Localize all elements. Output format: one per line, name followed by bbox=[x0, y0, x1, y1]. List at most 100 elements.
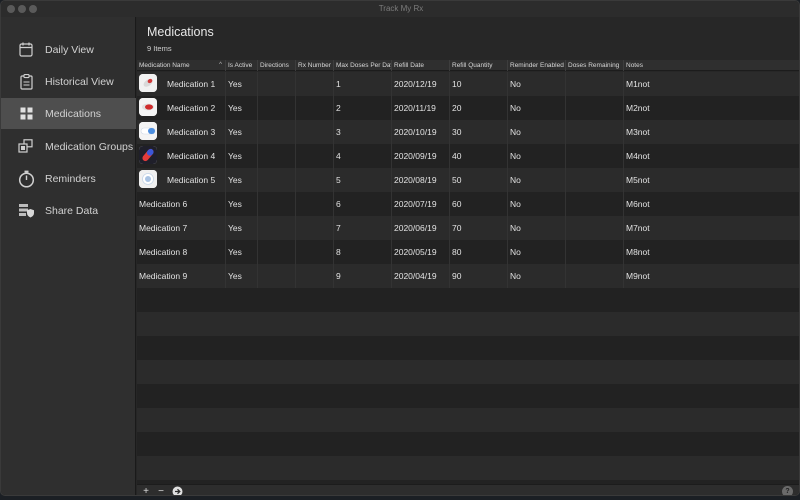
page-title: Medications bbox=[147, 25, 214, 39]
cell-reminder-enabled: No bbox=[508, 72, 566, 96]
app-window: Track My Rx Daily View Historical View M… bbox=[0, 0, 800, 496]
column-header-directions[interactable]: Directions bbox=[258, 60, 296, 71]
cell-medication-name: Medication 6 bbox=[137, 192, 226, 216]
cell-doses-remaining bbox=[566, 240, 624, 264]
cell-directions bbox=[258, 216, 296, 240]
cell-directions bbox=[258, 240, 296, 264]
cell-max-doses: 6 bbox=[334, 192, 392, 216]
cell-is-active: Yes bbox=[226, 240, 258, 264]
table-header: Medication Name ^ Is Active Directions R… bbox=[137, 60, 799, 71]
go-forward-button[interactable] bbox=[170, 486, 184, 495]
empty-table-row bbox=[137, 312, 799, 336]
cell-rx-number bbox=[296, 96, 334, 120]
cell-is-active: Yes bbox=[226, 96, 258, 120]
sidebar-item-medications[interactable]: Medications bbox=[1, 98, 136, 129]
cell-doses-remaining bbox=[566, 216, 624, 240]
column-header-max-doses[interactable]: Max Doses Per Day bbox=[334, 60, 392, 71]
pill-red-white-icon bbox=[139, 74, 157, 92]
cell-refill-date: 2020/05/19 bbox=[392, 240, 450, 264]
table-row[interactable]: Medication 8 Yes 8 2020/05/19 80 No M8not bbox=[137, 240, 799, 264]
table-row[interactable]: Medication 3 Yes 3 2020/10/19 30 No M3not bbox=[137, 120, 799, 144]
cell-rx-number bbox=[296, 168, 334, 192]
table-row[interactable]: Medication 9 Yes 9 2020/04/19 90 No M9not bbox=[137, 264, 799, 288]
cell-reminder-enabled: No bbox=[508, 120, 566, 144]
cell-refill-date: 2020/04/19 bbox=[392, 264, 450, 288]
table-row[interactable]: Medication 4 Yes 4 2020/09/19 40 No M4not bbox=[137, 144, 799, 168]
calendar-icon bbox=[17, 41, 35, 59]
cell-max-doses: 4 bbox=[334, 144, 392, 168]
cell-notes: M3not bbox=[626, 127, 650, 137]
sidebar: Daily View Historical View Medications M… bbox=[1, 17, 136, 495]
table-row[interactable]: Medication 1 Yes 1 2020/12/19 10 No M1not bbox=[137, 72, 799, 96]
cell-reminder-enabled: No bbox=[508, 144, 566, 168]
sidebar-item-reminders[interactable]: Reminders bbox=[1, 163, 136, 194]
sidebar-item-share-data[interactable]: Share Data bbox=[1, 195, 136, 226]
title-bar: Track My Rx bbox=[1, 1, 799, 17]
column-header-refill-quantity[interactable]: Refill Quantity bbox=[450, 60, 508, 71]
cell-reminder-enabled: No bbox=[508, 240, 566, 264]
column-header-reminder-enabled[interactable]: Reminder Enabled bbox=[508, 60, 566, 71]
column-header-doses-remaining[interactable]: Doses Remaining bbox=[566, 60, 624, 71]
empty-table-row bbox=[137, 384, 799, 408]
column-header-medication-name[interactable]: Medication Name ^ bbox=[137, 60, 226, 71]
remove-medication-button[interactable]: − bbox=[154, 486, 168, 495]
sidebar-item-daily-view[interactable]: Daily View bbox=[1, 34, 136, 65]
cell-refill-date: 2020/08/19 bbox=[392, 168, 450, 192]
cell-is-active: Yes bbox=[226, 192, 258, 216]
cell-refill-date: 2020/12/19 bbox=[392, 72, 450, 96]
cell-refill-date: 2020/11/19 bbox=[392, 96, 450, 120]
cell-refill-date: 2020/07/19 bbox=[392, 192, 450, 216]
sidebar-item-label: Reminders bbox=[45, 172, 96, 185]
cell-refill-quantity: 70 bbox=[450, 216, 508, 240]
medications-table: Medication Name ^ Is Active Directions R… bbox=[137, 60, 799, 484]
cell-reminder-enabled: No bbox=[508, 96, 566, 120]
sidebar-item-label: Share Data bbox=[45, 204, 99, 217]
capsule-blue-icon bbox=[139, 122, 157, 140]
cell-max-doses: 7 bbox=[334, 216, 392, 240]
column-header-rx-number[interactable]: Rx Number bbox=[296, 60, 334, 71]
cell-medication-name: Medication 2 bbox=[137, 96, 226, 120]
cell-is-active: Yes bbox=[226, 216, 258, 240]
cell-max-doses: 3 bbox=[334, 120, 392, 144]
empty-table-row bbox=[137, 456, 799, 480]
cell-max-doses: 1 bbox=[334, 72, 392, 96]
groups-icon bbox=[17, 138, 35, 156]
cell-notes: M1not bbox=[626, 79, 650, 89]
cell-directions bbox=[258, 192, 296, 216]
sidebar-item-historical-view[interactable]: Historical View bbox=[1, 66, 136, 97]
cell-refill-quantity: 60 bbox=[450, 192, 508, 216]
cell-directions bbox=[258, 96, 296, 120]
table-row[interactable]: Medication 6 Yes 6 2020/07/19 60 No M6not bbox=[137, 192, 799, 216]
help-button[interactable]: ? bbox=[782, 486, 793, 495]
table-row[interactable]: Medication 5 Yes 5 2020/08/19 50 No M5not bbox=[137, 168, 799, 192]
sort-ascending-icon: ^ bbox=[219, 62, 222, 68]
main-content: Medications 9 Items Medication Name ^ Is… bbox=[137, 17, 799, 495]
column-header-is-active[interactable]: Is Active bbox=[226, 60, 258, 71]
cell-notes: M8not bbox=[626, 247, 650, 257]
empty-table-row bbox=[137, 432, 799, 456]
cell-refill-quantity: 90 bbox=[450, 264, 508, 288]
sidebar-item-label: Medication Groups bbox=[45, 140, 134, 153]
cell-doses-remaining bbox=[566, 96, 624, 120]
cell-notes: M6not bbox=[626, 199, 650, 209]
table-row[interactable]: Medication 7 Yes 7 2020/06/19 70 No M7not bbox=[137, 216, 799, 240]
cell-max-doses: 2 bbox=[334, 96, 392, 120]
empty-table-row bbox=[137, 408, 799, 432]
table-row[interactable]: Medication 2 Yes 2 2020/11/19 20 No M2not bbox=[137, 96, 799, 120]
cell-directions bbox=[258, 72, 296, 96]
cell-notes: M2not bbox=[626, 103, 650, 113]
column-header-notes[interactable]: Notes bbox=[624, 60, 799, 71]
cell-medication-name: Medication 5 bbox=[137, 168, 226, 192]
arrow-right-circle-icon bbox=[172, 486, 182, 495]
cell-refill-date: 2020/06/19 bbox=[392, 216, 450, 240]
table-toolbar: + − ? bbox=[137, 484, 799, 495]
cell-refill-date: 2020/09/19 bbox=[392, 144, 450, 168]
column-header-refill-date[interactable]: Refill Date bbox=[392, 60, 450, 71]
window-title: Track My Rx bbox=[378, 4, 424, 13]
cell-medication-name: Medication 1 bbox=[137, 72, 226, 96]
cell-reminder-enabled: No bbox=[508, 192, 566, 216]
pill-red-icon bbox=[139, 98, 157, 116]
cell-medication-name: Medication 9 bbox=[137, 264, 226, 288]
sidebar-item-medication-groups[interactable]: Medication Groups bbox=[1, 131, 136, 162]
add-medication-button[interactable]: + bbox=[139, 486, 153, 495]
